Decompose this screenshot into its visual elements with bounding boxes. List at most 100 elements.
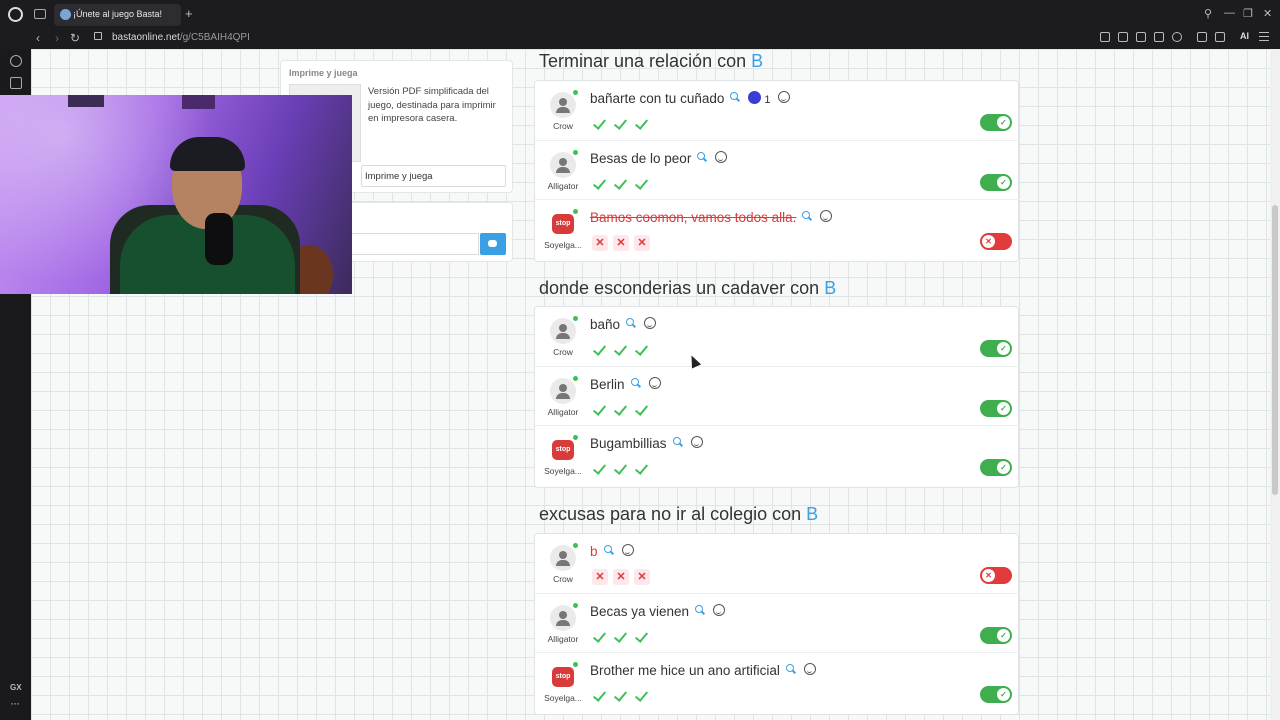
validity-toggle[interactable]: ✓ — [980, 459, 1012, 476]
validity-toggle[interactable]: ✓ — [980, 174, 1012, 191]
emoji-react-icon[interactable] — [690, 436, 703, 448]
category-title-text: Terminar una relación con — [539, 51, 752, 71]
answer-row: stop Soyelga... Bugambillias ✓ — [535, 425, 1020, 484]
cross-icon: ✕ — [613, 235, 629, 251]
extensions-icon[interactable] — [1197, 32, 1207, 42]
bookmark-icon[interactable] — [1100, 32, 1110, 42]
validity-toggle[interactable]: ✓ — [980, 627, 1012, 644]
player-name: Soyelga... — [544, 693, 582, 703]
vote-marks: ✕ ✕ ✕ — [592, 235, 662, 251]
more-icon[interactable]: ··· — [10, 696, 20, 710]
reload-icon[interactable]: ↻ — [70, 31, 80, 45]
close-icon[interactable]: ✕ — [1263, 7, 1272, 20]
search-icon[interactable] — [697, 152, 707, 162]
aria-ai-button[interactable]: AI — [1240, 31, 1249, 41]
check-icon: ✓ — [997, 342, 1010, 355]
search-icon[interactable] — [802, 211, 812, 221]
check-icon — [613, 688, 629, 704]
search-icon[interactable] — [630, 378, 641, 388]
search-icon[interactable] — [695, 605, 705, 615]
check-icon — [613, 342, 629, 358]
wallet-icon[interactable] — [10, 77, 22, 89]
online-indicator — [573, 209, 578, 214]
url-field[interactable]: bastaonline.net/g/C5BAIH4QPI — [112, 32, 250, 43]
answer-text: Besas de lo peor — [590, 151, 692, 166]
wall-picture — [182, 95, 215, 109]
player-name: Alligator — [547, 634, 579, 644]
answer-text: Bamos coomon, vamos todos alla. — [590, 210, 797, 225]
validity-toggle[interactable]: ✓ — [980, 400, 1012, 417]
search-icon[interactable] — [672, 437, 683, 447]
emoji-react-icon[interactable] — [803, 663, 816, 675]
search-icon[interactable] — [626, 318, 636, 328]
check-icon — [613, 116, 629, 132]
chat-input[interactable] — [341, 233, 479, 255]
minimize-icon[interactable]: — — [1224, 7, 1235, 19]
player-name: Crow — [553, 121, 573, 131]
snapshot-icon[interactable] — [1118, 32, 1128, 42]
scrollbar-thumb[interactable] — [1272, 205, 1278, 495]
emoji-react-icon[interactable] — [713, 604, 726, 616]
scrollbar[interactable] — [1270, 49, 1280, 720]
search-icon[interactable]: ⚲ — [1204, 7, 1212, 20]
validity-toggle[interactable]: ✓ — [980, 340, 1012, 357]
category-letter: B — [824, 278, 837, 298]
validity-toggle[interactable]: ✕ — [980, 567, 1012, 584]
thumbs-up-icon[interactable] — [748, 91, 762, 104]
emoji-react-icon[interactable] — [715, 151, 728, 163]
back-icon[interactable]: ‹ — [36, 31, 40, 45]
answer-text: Becas ya vienen — [590, 604, 690, 619]
user-avatar-icon — [550, 545, 576, 571]
check-icon — [634, 176, 650, 192]
vote-marks — [592, 688, 662, 704]
close-icon: ✕ — [982, 569, 995, 582]
heart-icon[interactable] — [1172, 32, 1182, 42]
check-icon — [634, 629, 650, 645]
online-indicator — [573, 316, 578, 321]
new-tab-button[interactable]: + — [185, 6, 193, 21]
search-icon[interactable] — [603, 545, 614, 555]
emoji-react-icon[interactable] — [644, 317, 657, 329]
answer-text-line: bañarte con tu cuñado 1 — [590, 91, 791, 106]
lock-icon[interactable] — [94, 32, 102, 40]
check-icon — [592, 629, 608, 645]
tab-basta[interactable]: ¡Únete al juego Basta! — [54, 4, 181, 26]
vote-marks — [592, 461, 662, 477]
answer-text-line: Brother me hice un ano artificial — [590, 663, 816, 678]
emoji-react-icon[interactable] — [621, 544, 634, 556]
search-icon[interactable] — [730, 92, 740, 102]
emoji-react-icon[interactable] — [648, 377, 661, 389]
address-bar: ‹ › ↻ bastaonline.net/g/C5BAIH4QPI — [0, 28, 1280, 49]
tab-islands-icon[interactable] — [34, 9, 46, 19]
history-icon[interactable] — [10, 55, 22, 67]
answer-text-line: Becas ya vienen — [590, 604, 726, 619]
emoji-react-icon[interactable] — [820, 210, 833, 222]
check-icon — [634, 461, 650, 477]
menu-icon[interactable] — [1259, 32, 1269, 41]
player-name: Soyelga... — [544, 466, 582, 476]
answer-text: bañarte con tu cuñado — [590, 91, 725, 106]
restore-icon[interactable]: ❐ — [1243, 7, 1253, 20]
validity-toggle[interactable]: ✓ — [980, 686, 1012, 703]
player-icon[interactable] — [1154, 32, 1164, 42]
opera-logo-icon[interactable] — [8, 7, 23, 22]
check-icon — [613, 629, 629, 645]
print-button[interactable]: Imprime y juega — [361, 165, 506, 187]
cross-icon: ✕ — [613, 569, 629, 585]
answer-text-line: Bugambillias — [590, 436, 703, 451]
chat-send-button[interactable] — [480, 233, 506, 255]
check-icon: ✓ — [997, 176, 1010, 189]
emoji-react-icon[interactable] — [778, 91, 791, 103]
player-name: Alligator — [547, 181, 579, 191]
answer-row: Alligator Besas de lo peor ✓ — [535, 140, 1020, 199]
gx-icon[interactable]: GX — [10, 683, 22, 692]
online-indicator — [573, 150, 578, 155]
forward-icon[interactable]: › — [55, 31, 59, 45]
category-letter: B — [806, 504, 819, 524]
validity-toggle[interactable]: ✕ — [980, 233, 1012, 250]
answer-row: Alligator Becas ya vienen ✓ — [535, 593, 1020, 652]
validity-toggle[interactable]: ✓ — [980, 114, 1012, 131]
search-icon[interactable] — [785, 664, 796, 674]
adblock-icon[interactable] — [1136, 32, 1146, 42]
download-icon[interactable] — [1215, 32, 1225, 42]
